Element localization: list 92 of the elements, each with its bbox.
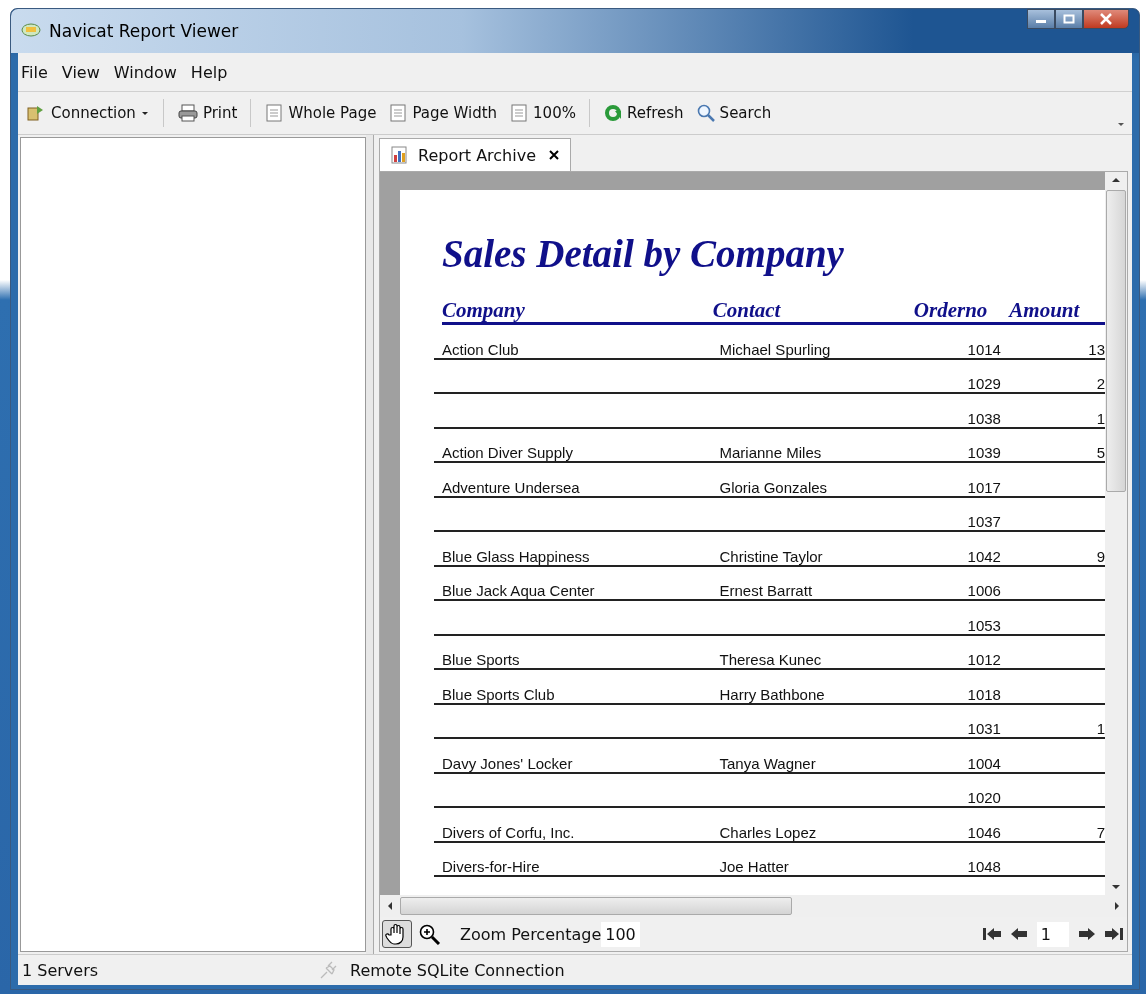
company-cell: Blue Sports Club <box>442 685 555 703</box>
last-page-icon[interactable] <box>1103 925 1125 943</box>
orderno-cell: 1037 <box>967 513 1001 530</box>
amount-cell: 1 <box>1096 409 1105 427</box>
scrollbar-thumb[interactable] <box>400 897 792 915</box>
connection-status: Remote SQLite Connection <box>350 960 565 980</box>
close-tab-icon[interactable] <box>548 149 560 161</box>
orderno-cell: 1004 <box>967 754 1001 772</box>
column-header: Amount <box>1009 298 1081 322</box>
orderno-cell: 1048 <box>967 858 1001 875</box>
scrollbar-thumb[interactable] <box>1106 190 1126 492</box>
toolbar-button[interactable]: Print <box>173 103 241 123</box>
minimize-button[interactable] <box>1027 9 1055 29</box>
amount-cell: 2 <box>1096 375 1105 392</box>
toolbar-button[interactable]: Page Width <box>385 103 501 123</box>
contact-cell: Joe Hatter <box>719 858 789 875</box>
orderno-cell: 1053 <box>967 616 1001 634</box>
report-icon <box>390 146 410 164</box>
orderno-cell: 1012 <box>967 651 1001 668</box>
column-header: Company <box>442 298 526 322</box>
maximize-icon <box>1063 14 1075 24</box>
amount-cell: 13 <box>1088 340 1105 358</box>
refresh-icon <box>602 103 623 123</box>
menu-item[interactable]: Help <box>190 62 228 82</box>
orderno-cell: 1006 <box>967 582 1001 599</box>
company-cell: Blue Glass Happiness <box>442 547 590 565</box>
company-cell: Adventure Undersea <box>442 478 580 496</box>
printer-icon <box>176 103 199 123</box>
toolbar-overflow-icon[interactable] <box>1116 120 1126 128</box>
company-cell: Action Club <box>442 340 519 358</box>
contact-cell: Gloria Gonzales <box>719 478 828 496</box>
amount-cell: 7 <box>1096 823 1105 841</box>
toolbar-button[interactable]: Whole Page <box>261 103 380 123</box>
page-icon <box>388 103 409 123</box>
orderno-cell: 1017 <box>967 478 1001 496</box>
contact-cell: Marianne Miles <box>719 444 822 461</box>
page-icon <box>264 103 285 123</box>
orderno-cell: 1042 <box>967 547 1001 565</box>
company-cell: Davy Jones' Locker <box>442 754 573 772</box>
contact-cell: Ernest Barratt <box>719 582 813 599</box>
search-icon <box>695 103 716 123</box>
company-cell: Divers of Corfu, Inc. <box>442 823 575 841</box>
first-page-icon[interactable] <box>980 925 1003 943</box>
company-cell: Blue Jack Aqua Center <box>442 582 595 599</box>
hand-tool-button[interactable] <box>382 920 412 948</box>
toolbar-button[interactable]: Connection <box>22 103 153 123</box>
report-tab[interactable]: Report Archive <box>379 138 571 171</box>
scroll-down-icon[interactable] <box>1111 883 1121 891</box>
orderno-cell: 1020 <box>967 789 1001 806</box>
column-header: Contact <box>712 298 782 322</box>
orderno-cell: 1038 <box>967 409 1001 427</box>
close-icon <box>1099 13 1113 25</box>
server-count: 1 Servers <box>21 960 100 980</box>
report-title: Sales Detail by Company <box>442 231 845 278</box>
orderno-cell: 1046 <box>967 823 1001 841</box>
orderno-cell: 1014 <box>967 340 1001 358</box>
company-cell: Action Diver Supply <box>442 444 573 461</box>
menu-item[interactable]: File <box>21 62 48 82</box>
orderno-cell: 1018 <box>967 685 1001 703</box>
zoom-in-icon[interactable] <box>418 923 442 945</box>
toolbar-button[interactable]: 100% <box>506 103 579 123</box>
company-cell: Divers-for-Hire <box>442 858 540 875</box>
scroll-left-icon[interactable] <box>386 901 394 911</box>
scroll-right-icon[interactable] <box>1113 901 1121 911</box>
menu-item[interactable]: Window <box>113 62 177 82</box>
window-title: Navicat Report Viewer <box>49 21 239 41</box>
close-button[interactable] <box>1083 9 1129 29</box>
orderno-cell: 1039 <box>967 444 1001 461</box>
menu-item[interactable]: View <box>61 62 100 82</box>
orderno-cell: 1029 <box>967 375 1001 392</box>
amount-cell: 1 <box>1096 720 1105 737</box>
zoom-label: Zoom Percentage <box>460 924 602 944</box>
page-icon <box>509 103 530 123</box>
scroll-up-icon[interactable] <box>1111 176 1121 184</box>
column-header: Orderno <box>912 298 988 322</box>
toolbar-button[interactable]: Refresh <box>599 103 687 123</box>
maximize-button[interactable] <box>1055 9 1083 29</box>
contact-cell: Harry Bathbone <box>719 685 825 703</box>
app-icon <box>21 22 41 40</box>
page-field[interactable]: 1 <box>1036 921 1069 947</box>
contact-cell: Charles Lopez <box>719 823 817 841</box>
contact-cell: Tanya Wagner <box>719 754 816 772</box>
toolbar-button[interactable]: Search <box>692 103 775 123</box>
company-cell: Blue Sports <box>442 651 520 668</box>
contact-cell: Theresa Kunec <box>719 651 822 668</box>
amount-cell: 9 <box>1096 547 1105 565</box>
contact-cell: Christine Taylor <box>719 547 823 565</box>
amount-cell: 5 <box>1096 444 1105 461</box>
splitter-handle[interactable] <box>366 135 374 954</box>
zoom-field[interactable]: 100 <box>601 921 640 947</box>
orderno-cell: 1031 <box>967 720 1001 737</box>
contact-cell: Michael Spurling <box>719 340 831 358</box>
